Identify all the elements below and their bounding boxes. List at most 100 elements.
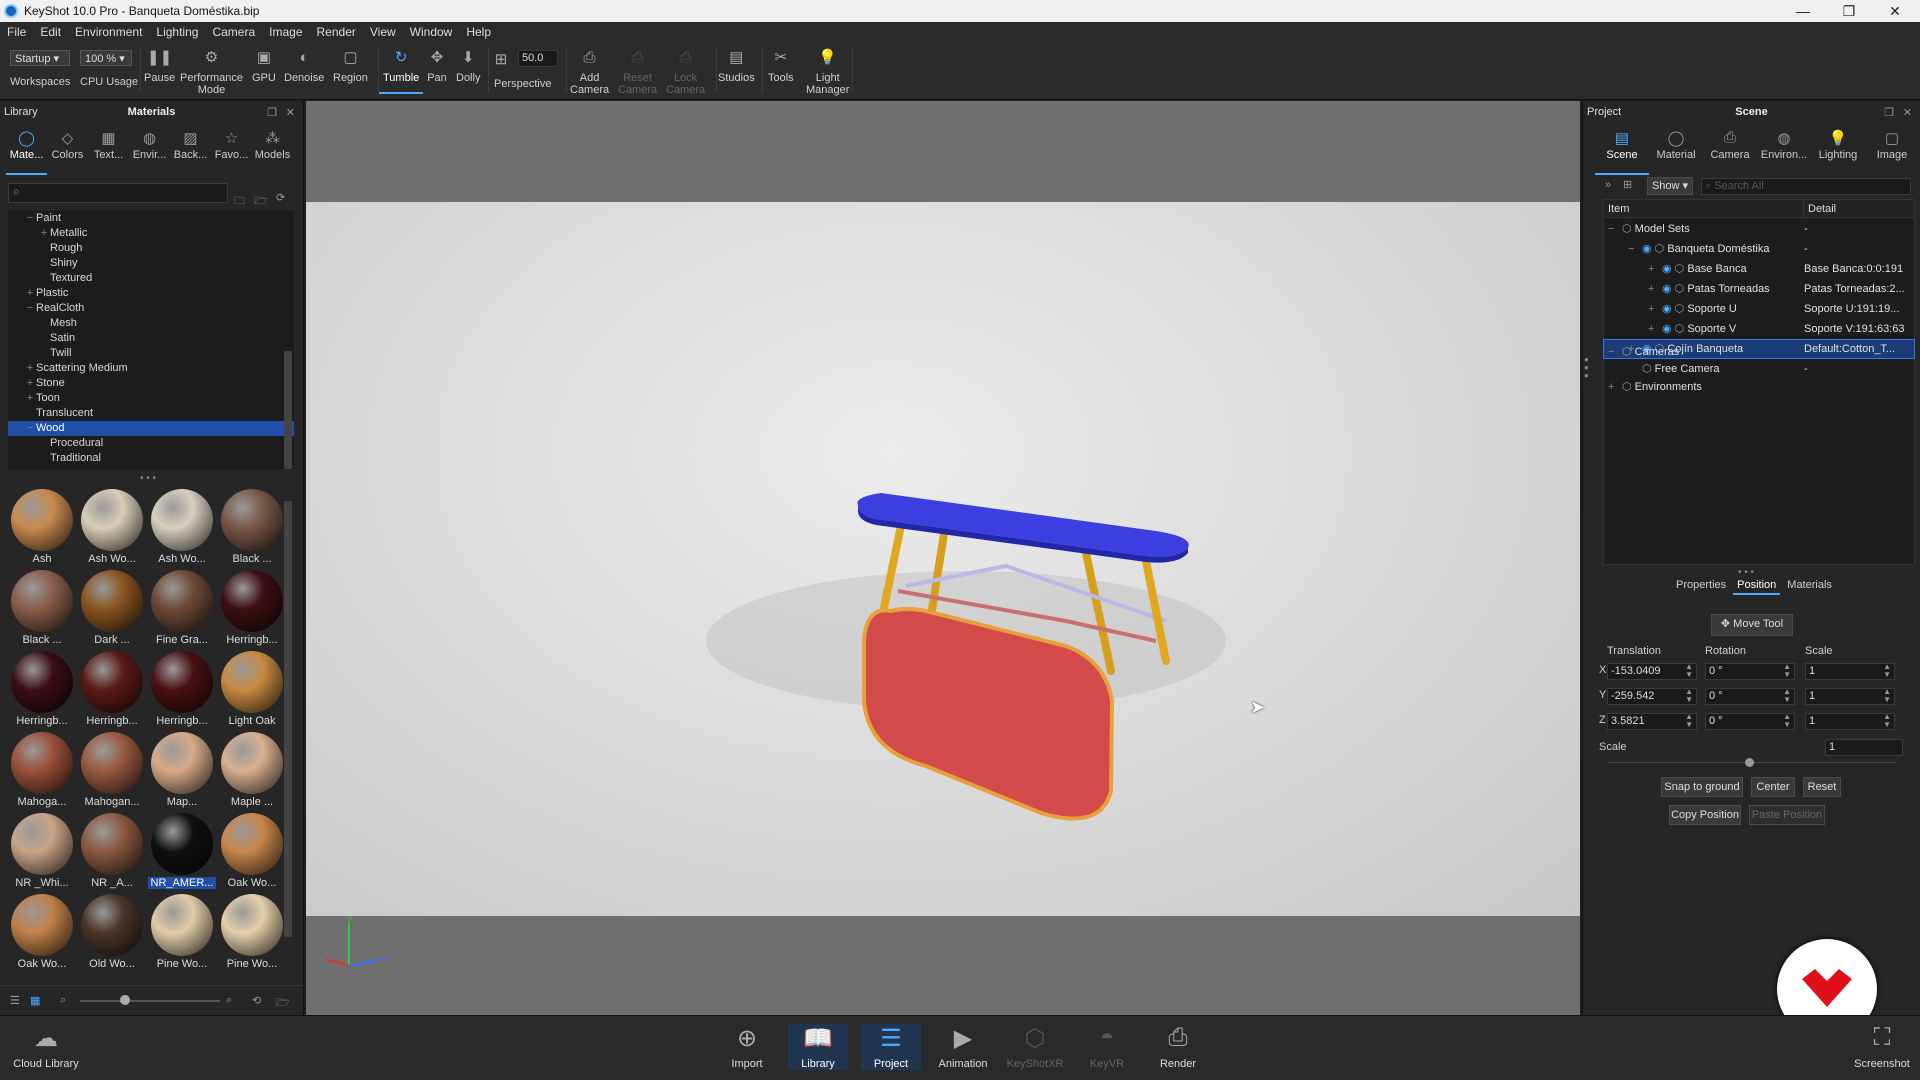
tree-toggle-icon[interactable]: +	[24, 286, 36, 301]
keyvr-button[interactable]: ◓ KeyVR	[1077, 1024, 1137, 1070]
tree-item[interactable]: + Scattering Medium	[8, 361, 294, 376]
visibility-eye-icon[interactable]: ◉	[1662, 263, 1675, 275]
spinner-icon[interactable]: ▲ ▼	[1685, 713, 1693, 729]
studios-button[interactable]: ▤ Studios	[718, 48, 755, 84]
material-swatch[interactable]: Ash Wo...	[148, 487, 216, 568]
spinner-icon[interactable]: ▲ ▼	[1883, 688, 1891, 704]
tab-image[interactable]: ▢ Image	[1865, 123, 1919, 175]
tree-item[interactable]: + Toon	[8, 391, 294, 406]
spinner-icon[interactable]: ▲ ▼	[1685, 688, 1693, 704]
material-swatch[interactable]: Pine Wo...	[218, 892, 286, 973]
rotation-z-field[interactable]: 0 ° ▲ ▼	[1705, 713, 1795, 730]
uniform-scale-handle[interactable]	[1745, 758, 1754, 767]
material-swatch[interactable]: Dark ...	[78, 568, 146, 649]
scene-toggle-icon[interactable]: −	[1608, 220, 1622, 238]
scene-row[interactable]: + ◉ ⬡ Base Banca Base Banca:0:0:191	[1604, 260, 1914, 278]
zoom-out-icon[interactable]: ⌕	[60, 994, 66, 1007]
tab-camera[interactable]: ⎙ Camera	[1703, 123, 1757, 175]
material-swatch[interactable]: Herringb...	[78, 649, 146, 730]
tumble-button[interactable]: ↻ Tumble	[378, 48, 424, 94]
project-button[interactable]: ☰ Project	[861, 1024, 921, 1070]
tree-item[interactable]: Mesh	[8, 316, 294, 331]
material-swatch[interactable]: Ash Wo...	[78, 487, 146, 568]
cloud-library-button[interactable]: ☁ Cloud Library	[10, 1024, 82, 1070]
scene-toggle-icon[interactable]: +	[1648, 300, 1662, 318]
material-swatch[interactable]: NR _A...	[78, 811, 146, 892]
uniform-scale-field[interactable]: 1	[1825, 739, 1903, 756]
tree-item[interactable]: Rough	[8, 241, 294, 256]
light-manager-button[interactable]: 💡 Light Manager	[806, 48, 849, 96]
menu-camera[interactable]: Camera	[205, 25, 262, 39]
material-swatch[interactable]: NR _Whi...	[8, 811, 76, 892]
add-camera-button[interactable]: ⎙ Add Camera	[570, 48, 609, 96]
material-swatch[interactable]: Herringb...	[218, 568, 286, 649]
pause-button[interactable]: ❚❚ Pause	[144, 48, 175, 84]
visibility-eye-icon[interactable]: ◉	[1642, 243, 1655, 255]
scene-toggle-icon[interactable]: −	[1608, 343, 1622, 361]
material-swatch[interactable]: Herringb...	[8, 649, 76, 730]
subtab-materials[interactable]: Materials	[1780, 579, 1839, 599]
spinner-icon[interactable]: ▲ ▼	[1783, 713, 1791, 729]
tree-item[interactable]: + Plastic	[8, 286, 294, 301]
scene-toggle-icon[interactable]: +	[1608, 378, 1622, 396]
menu-view[interactable]: View	[363, 25, 403, 39]
spinner-icon[interactable]: ▲ ▼	[1685, 663, 1693, 679]
close-panel-icon[interactable]: ✕	[286, 106, 295, 119]
material-swatch[interactable]: Mahoga...	[8, 730, 76, 811]
panel-drag-handle[interactable]: ● ● ●	[1584, 356, 1589, 380]
material-swatch[interactable]: NR_AMER...	[148, 811, 216, 892]
tree-item[interactable]: Satin	[8, 331, 294, 346]
tree-toggle-icon[interactable]: +	[38, 226, 50, 241]
tab-environment[interactable]: ◍ Environ...	[1757, 123, 1811, 175]
tree-item[interactable]: + Stone	[8, 376, 294, 391]
splitter-handle[interactable]: • • •	[1738, 567, 1754, 578]
menu-file[interactable]: File	[0, 25, 33, 39]
thumb-size-handle[interactable]	[120, 995, 130, 1005]
snap-to-ground-button[interactable]: Snap to ground	[1661, 777, 1743, 797]
tree-toggle-icon[interactable]: −	[24, 301, 36, 316]
menu-lighting[interactable]: Lighting	[149, 25, 205, 39]
tree-scrollbar[interactable]	[284, 351, 292, 469]
material-swatch[interactable]: Oak Wo...	[218, 811, 286, 892]
reset-button[interactable]: Reset	[1803, 777, 1841, 797]
import-button[interactable]: ⊕ Import	[717, 1024, 777, 1070]
scene-row[interactable]: + ◉ ⬡ Soporte U Soporte U:191:19...	[1604, 300, 1914, 318]
scene-search-input[interactable]: ⌕ Search All	[1701, 178, 1911, 195]
render-viewport[interactable]: y z ➤	[306, 101, 1580, 1015]
material-swatch[interactable]: Oak Wo...	[8, 892, 76, 973]
material-swatch[interactable]: Pine Wo...	[148, 892, 216, 973]
close-button[interactable]: ✕	[1872, 0, 1918, 22]
material-swatch[interactable]: Mahogan...	[78, 730, 146, 811]
animation-button[interactable]: ▶ Animation	[933, 1024, 993, 1070]
scene-row[interactable]: − ⬡ Model Sets -	[1604, 220, 1914, 238]
tools-button[interactable]: ✂ Tools	[768, 48, 794, 84]
menu-window[interactable]: Window	[403, 25, 460, 39]
tab-lighting[interactable]: 💡 Lighting	[1811, 123, 1865, 175]
tab-material[interactable]: ◯ Material	[1649, 123, 1703, 175]
scene-toggle-icon[interactable]: +	[1648, 260, 1662, 278]
reset-camera-button[interactable]: ⎙ Reset Camera	[618, 48, 657, 96]
tab-environments[interactable]: ◍ Envir...	[129, 123, 170, 175]
tab-textures[interactable]: ▦ Text...	[88, 123, 129, 175]
render-button[interactable]: ⎙ Render	[1148, 1024, 1208, 1070]
import-folder-icon[interactable]: 🗁	[276, 994, 290, 1013]
translation-z-field[interactable]: 3.5821 ▲ ▼	[1607, 713, 1697, 730]
center-button[interactable]: Center	[1751, 777, 1795, 797]
tab-favorites[interactable]: ☆ Favo...	[211, 123, 252, 175]
rotation-x-field[interactable]: 0 ° ▲ ▼	[1705, 663, 1795, 680]
minimize-button[interactable]: —	[1780, 0, 1826, 22]
tree-item[interactable]: Shiny	[8, 256, 294, 271]
tab-materials[interactable]: ◯ Mate...	[6, 123, 47, 175]
cpu-usage-select[interactable]: 100 % ▾	[80, 50, 132, 66]
visibility-eye-icon[interactable]: ◉	[1662, 303, 1675, 315]
scene-toggle-icon[interactable]: +	[1648, 320, 1662, 338]
scale-x-field[interactable]: 1 ▲ ▼	[1805, 663, 1895, 680]
refresh-icon[interactable]: ⟳	[276, 191, 285, 204]
tab-backplates[interactable]: ▨ Back...	[170, 123, 211, 175]
rotation-y-field[interactable]: 0 ° ▲ ▼	[1705, 688, 1795, 705]
scale-y-field[interactable]: 1 ▲ ▼	[1805, 688, 1895, 705]
menu-image[interactable]: Image	[262, 25, 309, 39]
material-swatch[interactable]: Fine Gra...	[148, 568, 216, 649]
copy-position-button[interactable]: Copy Position	[1669, 805, 1741, 825]
fov-field[interactable]: 50.0	[518, 50, 558, 67]
